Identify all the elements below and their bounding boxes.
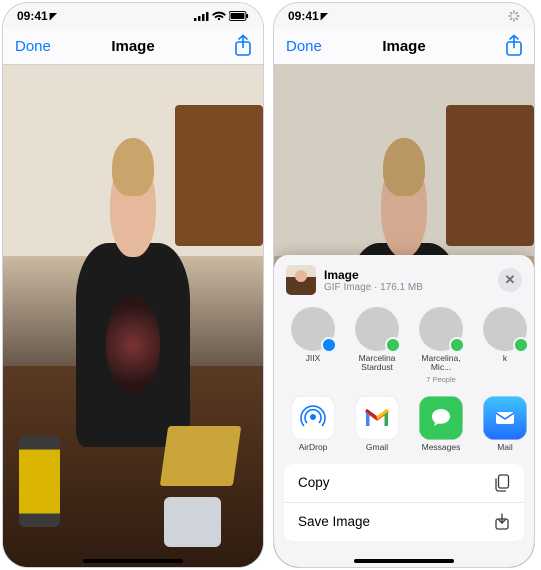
share-button[interactable] <box>233 34 253 58</box>
loading-icon <box>508 10 520 22</box>
phone-left: 09:41 ◤ Done Image <box>2 2 264 568</box>
contact-avatar <box>355 307 399 351</box>
share-contact[interactable]: JIIX <box>286 307 340 384</box>
share-contact[interactable]: Marcelina, Mic... 7 People <box>414 307 468 384</box>
app-label: Messages <box>422 443 461 452</box>
share-file-name: Image <box>324 268 490 282</box>
share-icon <box>233 34 253 58</box>
messages-icon <box>419 396 463 440</box>
status-time: 09:41 <box>288 9 319 23</box>
phone-right: 09:41 ◤ Done Image Image GIF Image · 176… <box>273 2 535 568</box>
location-services-icon: ◤ <box>321 11 328 22</box>
battery-icon <box>229 11 249 21</box>
airdrop-icon <box>291 396 335 440</box>
share-file-subtitle: GIF Image · 176.1 MB <box>324 282 490 293</box>
done-button[interactable]: Done <box>286 38 322 55</box>
share-apps-row[interactable]: AirDrop Gmail Messages Mail <box>274 392 534 460</box>
contact-avatar <box>483 307 527 351</box>
contact-name: JIIX <box>306 354 321 363</box>
contact-name: Marcelina, Mic... <box>414 354 468 372</box>
share-app-gmail[interactable]: Gmail <box>350 396 404 452</box>
contact-name: Marcelina Stardust <box>350 354 404 372</box>
home-indicator[interactable] <box>83 559 183 563</box>
status-time: 09:41 <box>17 9 48 23</box>
share-contact[interactable]: k <box>478 307 532 384</box>
action-copy[interactable]: Copy <box>284 464 524 502</box>
image-content[interactable] <box>3 65 263 567</box>
messages-badge-icon <box>449 337 465 353</box>
nav-bar: Done Image <box>3 29 263 65</box>
page-title: Image <box>382 38 425 55</box>
status-bar: 09:41 ◤ <box>274 3 534 29</box>
share-app-messages[interactable]: Messages <box>414 396 468 452</box>
share-file-thumbnail <box>286 265 316 295</box>
share-sheet: Image GIF Image · 176.1 MB ✕ JIIX Marcel… <box>274 255 534 567</box>
airdrop-badge-icon <box>321 337 337 353</box>
contact-name: k <box>503 354 507 363</box>
action-label: Save Image <box>298 514 370 529</box>
gmail-icon <box>355 396 399 440</box>
share-app-airdrop[interactable]: AirDrop <box>286 396 340 452</box>
app-label: Mail <box>497 443 513 452</box>
save-image-icon <box>494 513 510 531</box>
messages-badge-icon <box>385 337 401 353</box>
app-label: Gmail <box>366 443 388 452</box>
wifi-icon <box>212 11 226 21</box>
share-button[interactable] <box>504 34 524 58</box>
home-indicator[interactable] <box>354 559 454 563</box>
nav-bar: Done Image <box>274 29 534 65</box>
action-label: Copy <box>298 475 330 490</box>
messages-badge-icon <box>513 337 529 353</box>
done-button[interactable]: Done <box>15 38 51 55</box>
contact-avatar <box>291 307 335 351</box>
share-contact[interactable]: Marcelina Stardust <box>350 307 404 384</box>
location-services-icon: ◤ <box>50 11 57 22</box>
share-actions-list: Copy Save Image <box>284 464 524 541</box>
cellular-signal-icon <box>194 11 209 21</box>
close-button[interactable]: ✕ <box>498 268 522 292</box>
action-save-image[interactable]: Save Image <box>284 502 524 541</box>
share-sheet-header: Image GIF Image · 176.1 MB ✕ <box>274 265 534 303</box>
contact-sub: 7 People <box>426 375 456 384</box>
share-app-mail[interactable]: Mail <box>478 396 532 452</box>
status-bar: 09:41 ◤ <box>3 3 263 29</box>
share-icon <box>504 34 524 58</box>
share-contacts-row[interactable]: JIIX Marcelina Stardust Marcelina, Mic..… <box>274 303 534 392</box>
app-label: AirDrop <box>299 443 328 452</box>
close-icon: ✕ <box>505 272 516 288</box>
contact-avatar <box>419 307 463 351</box>
copy-icon <box>494 474 510 492</box>
mail-icon <box>483 396 527 440</box>
page-title: Image <box>111 38 154 55</box>
